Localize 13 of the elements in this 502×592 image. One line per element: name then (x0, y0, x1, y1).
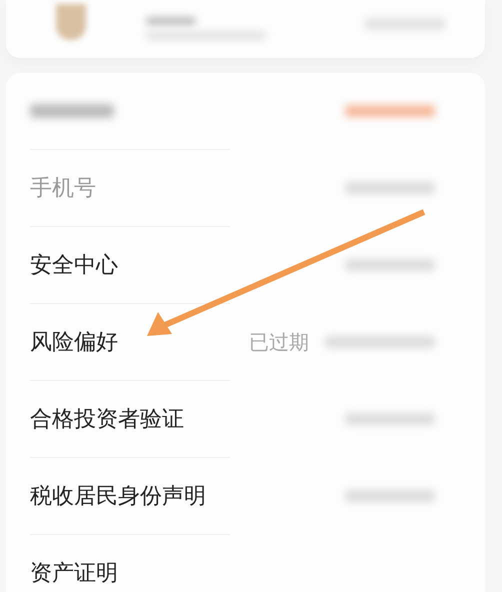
row-label: 手机号 (30, 175, 96, 203)
settings-row[interactable]: 风险偏好 已过期 (30, 304, 485, 380)
settings-row[interactable]: 资产证明 (30, 535, 485, 592)
settings-row[interactable]: 合格投资者验证 (30, 381, 485, 457)
settings-row[interactable]: 税收居民身份声明 (30, 458, 485, 534)
settings-row[interactable]: 安全中心 (30, 227, 485, 303)
blurred-name (146, 17, 196, 25)
row-label: 风险偏好 (30, 329, 118, 357)
row-label: 安全中心 (30, 252, 118, 280)
row-label: 税收居民身份声明 (30, 483, 206, 511)
row-label: 资产证明 (30, 560, 118, 588)
row-label: 合格投资者验证 (30, 406, 184, 434)
status-text: 已过期 (249, 328, 309, 356)
